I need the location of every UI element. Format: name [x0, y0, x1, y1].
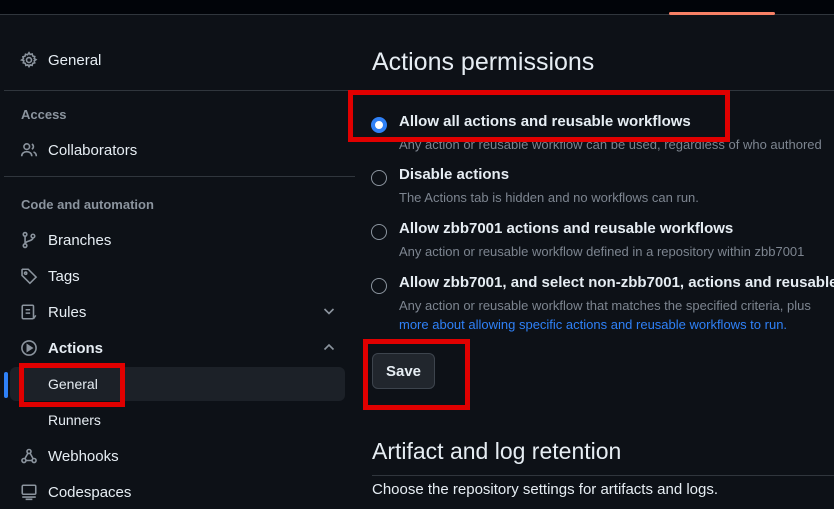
sidebar-item-label: Runners	[48, 412, 101, 428]
sidebar-item-rules[interactable]: Rules	[10, 295, 345, 329]
radio-description: The Actions tab is hidden and no workflo…	[399, 190, 699, 205]
tag-icon	[20, 267, 38, 285]
sidebar-item-tags[interactable]: Tags	[10, 259, 345, 293]
main-content: Actions permissions Allow all actions an…	[348, 15, 834, 498]
sidebar-item-label: Collaborators	[48, 141, 138, 159]
section-label-code-automation: Code and automation	[21, 197, 154, 212]
radio-description: Any action or reusable workflow that mat…	[399, 298, 811, 313]
active-item-indicator	[4, 372, 8, 398]
people-icon	[20, 141, 38, 159]
rules-icon	[20, 303, 38, 321]
annotation-highlight-box	[363, 339, 470, 410]
radio-option-allow-select[interactable]: Allow zbb7001, and select non-zbb7001, a…	[371, 274, 834, 334]
sidebar-item-label: Webhooks	[48, 447, 119, 465]
sidebar-item-label: Rules	[48, 303, 87, 321]
chevron-down-icon[interactable]	[321, 303, 337, 319]
top-header-bar	[0, 0, 834, 15]
section-title-retention: Artifact and log retention	[372, 438, 622, 464]
retention-description: Choose the repository settings for artif…	[372, 481, 719, 498]
sidebar-item-label: Branches	[48, 231, 112, 249]
section-label-access: Access	[21, 107, 67, 122]
sidebar-item-actions[interactable]: Actions	[10, 331, 345, 365]
sidebar-item-branches[interactable]: Branches	[10, 223, 345, 257]
branch-icon	[20, 231, 38, 249]
webhook-icon	[20, 447, 38, 465]
annotation-highlight-box	[348, 90, 730, 142]
page-title: Actions permissions	[372, 48, 595, 76]
sidebar-item-codespaces[interactable]: Codespaces	[10, 475, 345, 509]
radio-button[interactable]	[371, 224, 387, 240]
radio-button[interactable]	[371, 278, 387, 294]
learn-more-link[interactable]: more about allowing specific actions and…	[399, 317, 787, 332]
sidebar-item-label: General	[48, 51, 102, 69]
chevron-up-icon[interactable]	[321, 339, 337, 355]
sidebar-item-webhooks[interactable]: Webhooks	[10, 439, 345, 473]
sidebar-divider	[4, 90, 355, 91]
sidebar-item-general[interactable]: General	[10, 43, 345, 77]
codespaces-icon	[20, 483, 38, 501]
radio-label: Allow zbb7001 actions and reusable workf…	[399, 220, 734, 237]
sidebar-item-collaborators[interactable]: Collaborators	[10, 133, 345, 167]
radio-option-disable[interactable]: Disable actions The Actions tab is hidde…	[371, 166, 834, 206]
sidebar-item-label: Tags	[48, 267, 80, 285]
radio-label: Disable actions	[399, 166, 510, 183]
sidebar-subitem-actions-runners[interactable]: Runners	[10, 403, 345, 437]
gear-icon	[20, 51, 38, 69]
radio-button[interactable]	[371, 170, 387, 186]
sidebar-divider	[4, 176, 355, 177]
sidebar-item-label: Actions	[48, 339, 104, 357]
annotation-highlight-box	[19, 363, 125, 407]
play-icon	[20, 339, 38, 357]
section-divider	[372, 475, 834, 476]
settings-sidebar: General Access Collaborators Code and au…	[0, 15, 355, 501]
radio-label: Allow zbb7001, and select non-zbb7001, a…	[399, 274, 834, 291]
radio-option-allow-owner[interactable]: Allow zbb7001 actions and reusable workf…	[371, 220, 834, 260]
radio-description: Any action or reusable workflow defined …	[399, 244, 805, 259]
